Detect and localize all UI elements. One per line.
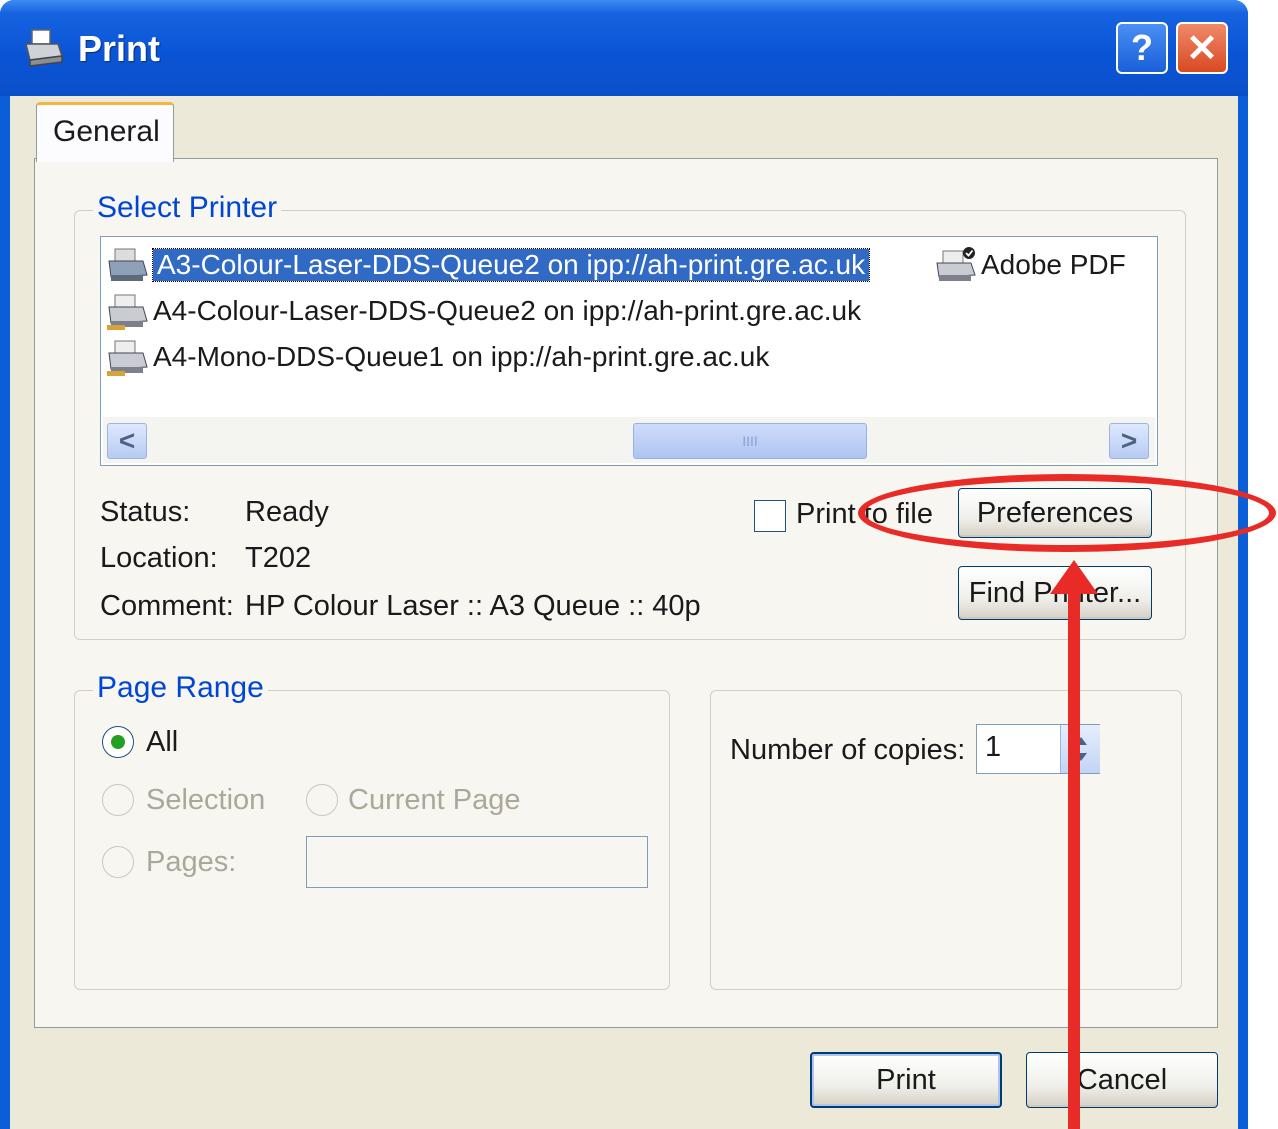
location-value: T202: [245, 542, 312, 574]
network-printer-icon: [107, 294, 148, 330]
printer-item-adobe-pdf[interactable]: Adobe PDF: [933, 245, 1126, 285]
tab-general[interactable]: General: [36, 102, 174, 162]
print-button[interactable]: Print: [810, 1052, 1002, 1108]
help-button[interactable]: ?: [1116, 22, 1168, 74]
network-printer-icon: [107, 340, 148, 376]
radio-pages: [102, 846, 134, 878]
radio-current-page: [306, 784, 338, 816]
radio-selection: [102, 784, 134, 816]
radio-current-page-label: Current Page: [348, 784, 521, 816]
printer-item-a3-colour[interactable]: A3-Colour-Laser-DDS-Queue2 on ipp://ah-p…: [105, 245, 871, 285]
title-bar[interactable]: Print ? ✕: [0, 0, 1248, 96]
radio-pages-label: Pages:: [146, 846, 237, 878]
window-title: Print: [78, 28, 161, 69]
scroll-thumb[interactable]: IIII: [633, 423, 867, 459]
printer-list[interactable]: A3-Colour-Laser-DDS-Queue2 on ipp://ah-p…: [100, 236, 1158, 466]
radio-selection-label: Selection: [146, 784, 266, 816]
scroll-left-button[interactable]: <: [107, 423, 147, 459]
pages-input: [306, 836, 648, 888]
network-printer-icon: [108, 248, 148, 281]
page-range-legend: Page Range: [93, 671, 268, 705]
comment-label: Comment:: [100, 590, 234, 622]
copies-label: Number of copies:: [730, 734, 966, 766]
radio-all-label[interactable]: All: [146, 726, 178, 759]
printer-item-label: A4-Colour-Laser-DDS-Queue2 on ipp://ah-p…: [153, 295, 862, 326]
status-value: Ready: [245, 496, 329, 528]
comment-value: HP Colour Laser :: A3 Queue :: 40p: [245, 590, 701, 622]
radio-selected-dot: [111, 735, 125, 749]
close-button[interactable]: ✕: [1176, 22, 1228, 74]
select-printer-legend: Select Printer: [93, 191, 282, 225]
status-label: Status:: [100, 496, 191, 528]
printer-item-label: Adobe PDF: [981, 249, 1126, 280]
printer-item-a4-mono[interactable]: A4-Mono-DDS-Queue1 on ipp://ah-print.gre…: [105, 337, 769, 377]
printer-item-label: A3-Colour-Laser-DDS-Queue2 on ipp://ah-p…: [151, 248, 871, 282]
printer-icon: [25, 29, 64, 67]
location-label: Location:: [100, 542, 218, 574]
default-printer-icon: [936, 247, 976, 281]
printer-item-a4-colour[interactable]: A4-Colour-Laser-DDS-Queue2 on ipp://ah-p…: [105, 291, 861, 331]
scroll-right-button[interactable]: >: [1109, 423, 1149, 459]
highlight-ellipse-annotation: [858, 474, 1276, 552]
radio-all[interactable]: [102, 726, 134, 758]
printer-item-label: A4-Mono-DDS-Queue1 on ipp://ah-print.gre…: [153, 341, 770, 372]
print-to-file-checkbox[interactable]: [754, 500, 786, 532]
arrow-up-annotation-icon: [1050, 560, 1098, 1129]
printer-list-scrollbar[interactable]: < IIII >: [103, 417, 1155, 463]
